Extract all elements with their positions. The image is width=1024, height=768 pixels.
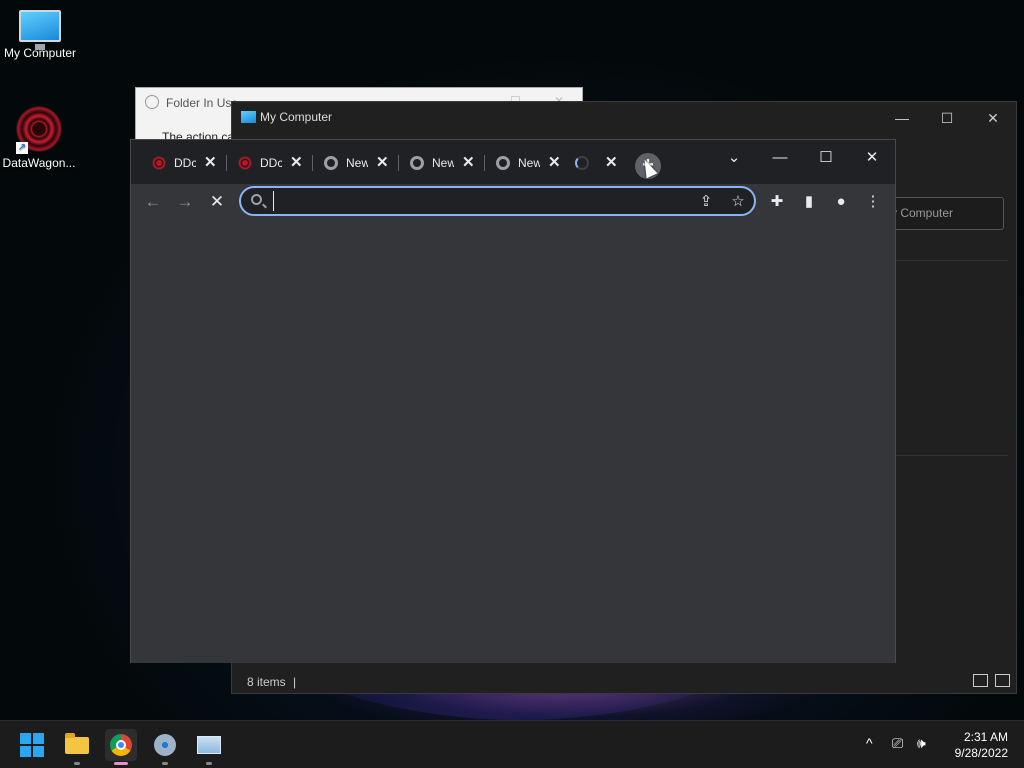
tab-title: New: [432, 156, 454, 170]
clock-date: 9/28/2022: [954, 746, 1008, 760]
tab-separator: [398, 155, 399, 171]
clock-time: 2:31 AM: [963, 730, 1008, 744]
close-button[interactable]: ✕: [850, 144, 894, 172]
omnibox[interactable]: ⇪ ☆: [239, 186, 756, 216]
close-button[interactable]: ✕: [973, 107, 1013, 129]
tab-title: DDc: [174, 156, 196, 170]
volume-icon[interactable]: 🕪: [917, 735, 926, 752]
tab-close-icon[interactable]: ✕: [605, 153, 618, 171]
tab-search-button[interactable]: ⌄: [712, 144, 756, 172]
desktop-icon-datawagon[interactable]: ↗ DataWagon...: [0, 106, 79, 170]
running-indicator: [162, 762, 168, 765]
tab[interactable]: DDc ✕: [152, 152, 237, 178]
side-panel-icon[interactable]: ▮: [795, 188, 823, 216]
status-bar: 8 items |: [232, 672, 1016, 694]
monitor-app-taskbar-button[interactable]: [193, 729, 225, 765]
status-separator: |: [293, 675, 297, 689]
tab-close-icon[interactable]: ✕: [376, 153, 389, 171]
datawagon-icon: [238, 156, 252, 170]
tab-separator: [312, 155, 313, 171]
chrome-icon: [110, 734, 132, 756]
gear-icon: [154, 734, 176, 756]
minimize-button[interactable]: —: [758, 144, 802, 172]
file-explorer-button[interactable]: [61, 729, 93, 765]
back-button[interactable]: ←: [139, 188, 167, 216]
dialog-title: Folder In Use: [166, 96, 239, 110]
start-button[interactable]: [16, 729, 48, 761]
tab[interactable]: New ✕: [410, 152, 495, 178]
new-tab-icon: [410, 156, 424, 170]
extensions-icon[interactable]: ✚: [763, 188, 791, 216]
tray-chevron-icon[interactable]: ^: [866, 735, 873, 751]
tab-separator: [484, 155, 485, 171]
loading-spinner-icon: [575, 156, 589, 170]
settings-taskbar-button[interactable]: [149, 729, 181, 765]
divider: [896, 260, 1008, 261]
tab-title: New: [346, 156, 368, 170]
windows-logo-icon: [20, 733, 44, 757]
tab[interactable]: New ✕: [324, 152, 409, 178]
maximize-button[interactable]: ☐: [927, 107, 967, 129]
system-clock[interactable]: 2:31 AM 9/28/2022: [940, 729, 1008, 761]
new-tab-icon: [324, 156, 338, 170]
datawagon-logo-icon: ↗: [16, 106, 62, 154]
tab-close-icon[interactable]: ✕: [462, 153, 475, 171]
tab[interactable]: New ✕: [496, 152, 581, 178]
search-icon: [251, 194, 262, 205]
browser-toolbar: ← → ✕ ⇪ ☆ ✚ ▮ ● ⋮: [131, 184, 895, 220]
new-tab-icon: [496, 156, 510, 170]
chrome-taskbar-button[interactable]: [105, 729, 137, 765]
maximize-button[interactable]: ☐: [804, 144, 848, 172]
tiles-view-icon[interactable]: [995, 674, 1010, 687]
item-count: 8 items: [247, 675, 286, 689]
running-indicator: [74, 762, 80, 765]
tab-title: DDc: [260, 156, 282, 170]
address-input[interactable]: [273, 191, 683, 211]
details-view-icon[interactable]: [973, 674, 988, 687]
tab-strip: DDc ✕ DDc ✕ New ✕ New ✕ New ✕ ✕ + ⌄ — ☐ …: [131, 140, 895, 184]
page-content[interactable]: [131, 220, 895, 663]
taskbar: ^ ⎚ 🕪 2:31 AM 9/28/2022: [0, 720, 1024, 768]
tab[interactable]: DDc ✕: [238, 152, 323, 178]
tab-close-icon[interactable]: ✕: [290, 153, 303, 171]
desktop-icon-label: DataWagon...: [2, 156, 76, 170]
tab-close-icon[interactable]: ✕: [204, 153, 217, 171]
share-icon[interactable]: ⇪: [695, 191, 717, 213]
computer-icon: [241, 111, 256, 123]
shortcut-arrow-icon: ↗: [16, 142, 28, 154]
chrome-window[interactable]: DDc ✕ DDc ✕ New ✕ New ✕ New ✕ ✕ + ⌄ — ☐ …: [130, 139, 896, 663]
folder-icon: [65, 733, 89, 754]
profile-icon[interactable]: ●: [827, 188, 855, 216]
bookmark-star-icon[interactable]: ☆: [727, 191, 749, 213]
tab-separator: [226, 155, 227, 171]
monitor-icon: [19, 10, 61, 50]
running-indicator: [114, 762, 128, 765]
divider: [896, 455, 1008, 456]
tab-active-loading[interactable]: ✕: [575, 152, 627, 178]
chart-app-icon: [197, 736, 221, 754]
stop-loading-button[interactable]: ✕: [203, 188, 231, 216]
forward-button[interactable]: →: [171, 188, 199, 216]
desktop-icon-my-computer[interactable]: My Computer: [0, 10, 80, 60]
datawagon-icon: [152, 156, 166, 170]
minimize-button[interactable]: —: [882, 107, 922, 129]
tab-title: New: [518, 156, 540, 170]
running-indicator: [206, 762, 212, 765]
menu-icon[interactable]: ⋮: [859, 188, 887, 216]
network-icon[interactable]: ⎚: [892, 735, 903, 752]
tab-close-icon[interactable]: ✕: [548, 153, 561, 171]
window-title: My Computer: [260, 110, 333, 124]
clock-icon: [145, 95, 159, 109]
